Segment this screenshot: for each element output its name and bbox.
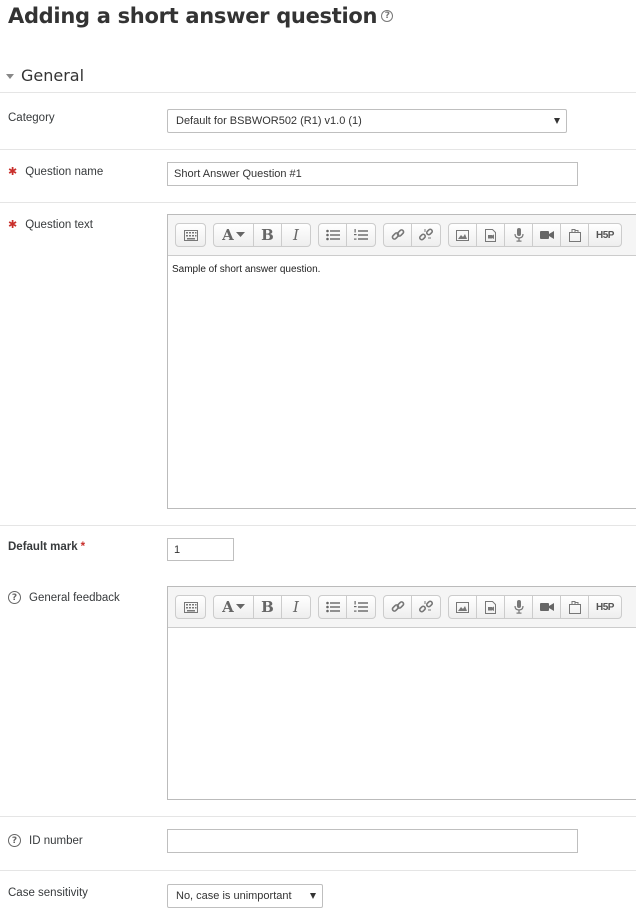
media-icon[interactable] bbox=[477, 596, 505, 618]
link-icon[interactable] bbox=[384, 596, 412, 618]
unlink-icon[interactable] bbox=[412, 224, 440, 246]
case-sensitivity-label: Case sensitivity bbox=[8, 887, 88, 899]
ordered-list-icon[interactable] bbox=[347, 596, 375, 618]
manage-files-icon[interactable] bbox=[561, 224, 589, 246]
required-icon: * bbox=[80, 541, 86, 553]
question-text-label: ✱ Question text bbox=[8, 218, 93, 232]
question-text-editor[interactable]: A B I H5P Sample of short answer questio… bbox=[167, 214, 636, 509]
divider bbox=[0, 202, 636, 203]
collapse-caret-icon bbox=[6, 74, 14, 79]
general-feedback-label: ? General feedback bbox=[8, 591, 120, 604]
unlink-icon[interactable] bbox=[412, 596, 440, 618]
divider bbox=[0, 525, 636, 526]
italic-icon[interactable]: I bbox=[282, 224, 310, 246]
section-general-toggle[interactable]: General bbox=[6, 66, 84, 85]
image-icon[interactable] bbox=[449, 596, 477, 618]
ordered-list-icon[interactable] bbox=[347, 224, 375, 246]
unordered-list-icon[interactable] bbox=[319, 596, 347, 618]
case-sensitivity-select[interactable]: No, case is unimportant bbox=[167, 884, 323, 908]
link-icon[interactable] bbox=[384, 224, 412, 246]
category-label: Category bbox=[8, 112, 55, 124]
italic-icon[interactable]: I bbox=[282, 596, 310, 618]
help-icon[interactable]: ? bbox=[381, 10, 394, 22]
record-audio-icon[interactable] bbox=[505, 596, 533, 618]
help-icon[interactable]: ? bbox=[8, 591, 21, 604]
general-feedback-editor[interactable]: A B I H5P bbox=[167, 586, 636, 800]
dropdown-arrow-icon bbox=[554, 118, 560, 124]
general-feedback-content[interactable] bbox=[168, 628, 636, 644]
page-title-text: Adding a short answer question bbox=[8, 4, 378, 28]
editor-toolbar: A B I H5P bbox=[168, 215, 636, 256]
question-text-content[interactable]: Sample of short answer question. bbox=[168, 256, 636, 283]
divider bbox=[0, 92, 636, 93]
unordered-list-icon[interactable] bbox=[319, 224, 347, 246]
manage-files-icon[interactable] bbox=[561, 596, 589, 618]
question-name-value: Short Answer Question #1 bbox=[174, 168, 302, 180]
required-icon: ✱ bbox=[8, 166, 18, 178]
media-icon[interactable] bbox=[477, 224, 505, 246]
toolbar-toggle-icon[interactable] bbox=[176, 596, 205, 618]
font-style-icon[interactable]: A bbox=[214, 224, 254, 246]
category-value: Default for BSBWOR502 (R1) v1.0 (1) bbox=[176, 115, 362, 127]
default-mark-input[interactable]: 1 bbox=[167, 538, 234, 561]
section-title: General bbox=[21, 66, 85, 85]
required-icon: ✱ bbox=[8, 219, 18, 231]
question-name-label: ✱ Question name bbox=[8, 165, 104, 179]
id-number-input[interactable] bbox=[167, 829, 578, 853]
divider bbox=[0, 870, 636, 871]
default-mark-label: Default mark * bbox=[8, 541, 86, 553]
record-video-icon[interactable] bbox=[533, 596, 561, 618]
record-video-icon[interactable] bbox=[533, 224, 561, 246]
h5p-icon[interactable]: H5P bbox=[589, 224, 621, 246]
category-select[interactable]: Default for BSBWOR502 (R1) v1.0 (1) bbox=[167, 109, 567, 133]
divider bbox=[0, 149, 636, 150]
divider bbox=[0, 816, 636, 817]
bold-icon[interactable]: B bbox=[254, 224, 282, 246]
page-title: Adding a short answer question ? bbox=[8, 4, 394, 28]
image-icon[interactable] bbox=[449, 224, 477, 246]
id-number-label: ? ID number bbox=[8, 834, 83, 847]
default-mark-value: 1 bbox=[174, 543, 181, 556]
editor-toolbar: A B I H5P bbox=[168, 587, 636, 628]
case-sensitivity-value: No, case is unimportant bbox=[176, 890, 292, 902]
font-style-icon[interactable]: A bbox=[214, 596, 254, 618]
question-name-input[interactable]: Short Answer Question #1 bbox=[167, 162, 578, 186]
help-icon[interactable]: ? bbox=[8, 834, 21, 847]
h5p-icon[interactable]: H5P bbox=[589, 596, 621, 618]
record-audio-icon[interactable] bbox=[505, 224, 533, 246]
dropdown-arrow-icon bbox=[310, 893, 316, 899]
bold-icon[interactable]: B bbox=[254, 596, 282, 618]
toolbar-toggle-icon[interactable] bbox=[176, 224, 205, 246]
